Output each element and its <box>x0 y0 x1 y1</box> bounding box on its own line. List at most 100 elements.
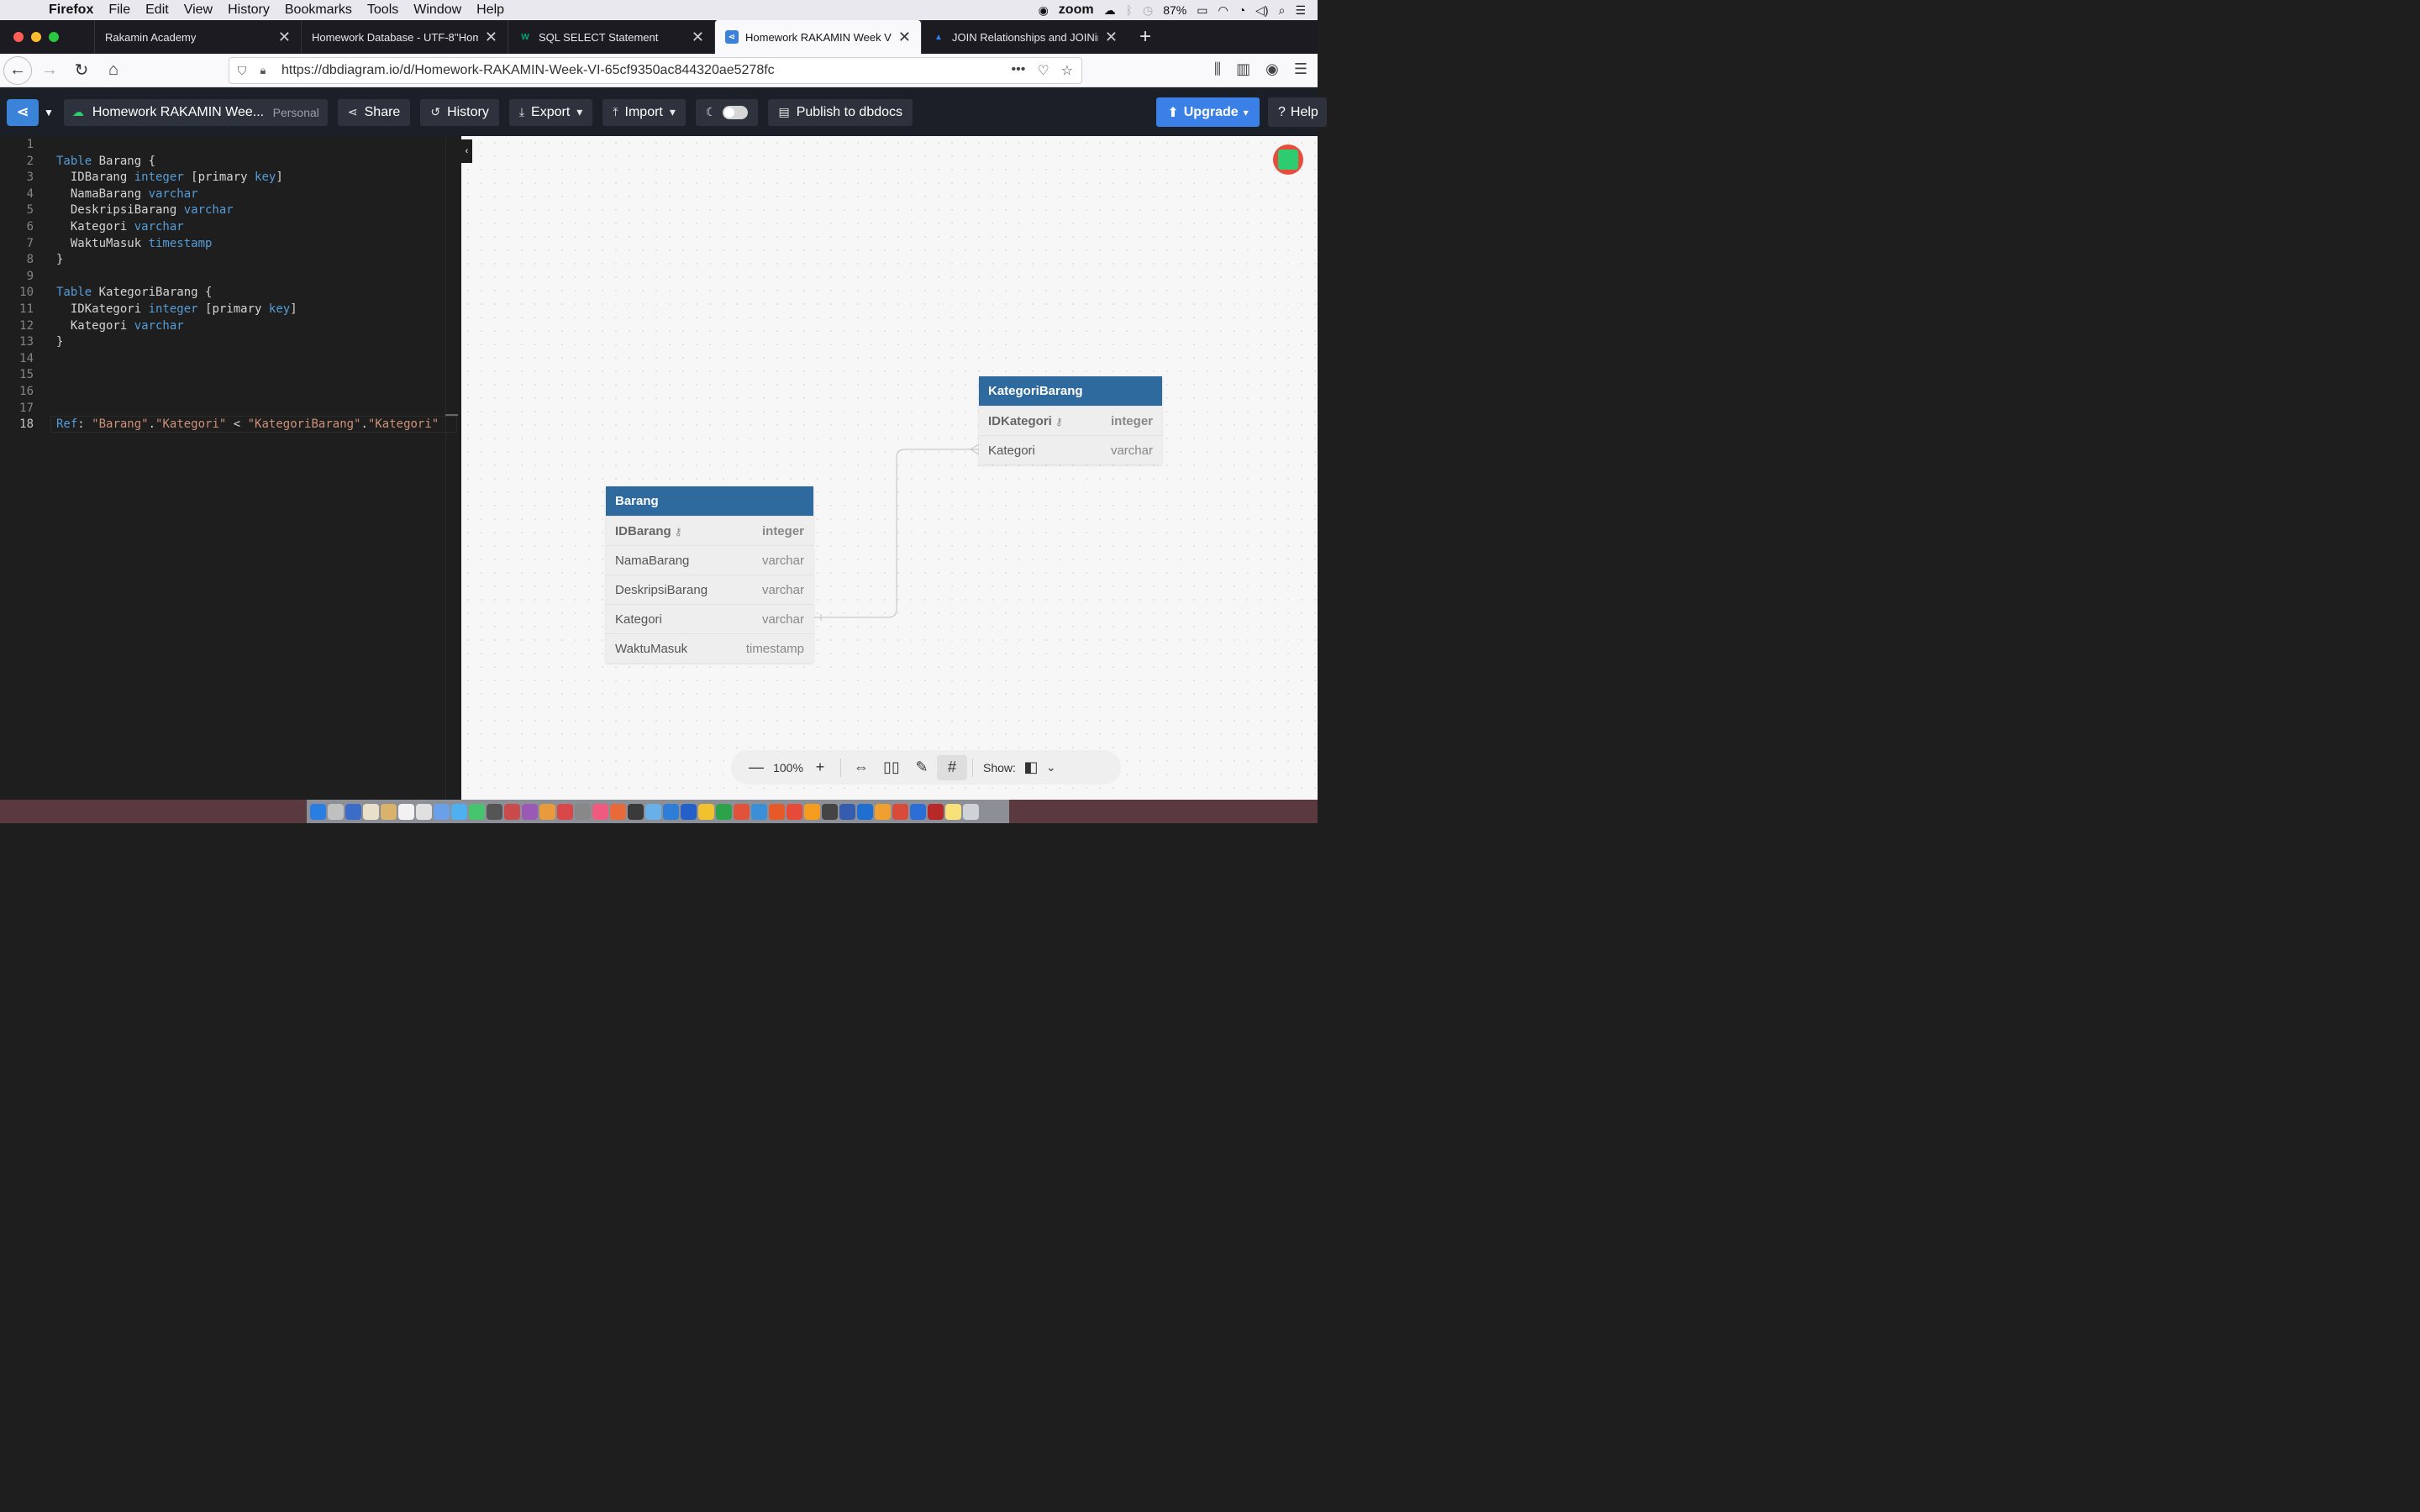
code-line[interactable]: 8} <box>0 251 460 268</box>
code-text[interactable]: DeskripsiBarang varchar <box>56 203 234 217</box>
code-line[interactable]: 12 Kategori varchar <box>0 318 460 334</box>
more-actions-icon[interactable]: ••• <box>1012 62 1026 79</box>
menu-help[interactable]: Help <box>469 3 512 18</box>
dock-app-icon[interactable] <box>875 803 891 820</box>
code-text[interactable]: IDBarang integer [primary key] <box>56 171 283 184</box>
table-view-icon[interactable]: ◧ <box>1016 755 1046 780</box>
dock-app-icon[interactable] <box>769 803 785 820</box>
code-text[interactable]: NamaBarang varchar <box>56 187 198 201</box>
field-row[interactable]: Kategori varchar <box>606 604 813 633</box>
dock-app-icon[interactable] <box>751 803 767 820</box>
code-text[interactable]: Ref: "Barang"."Kategori" < "KategoriBara… <box>56 417 439 431</box>
help-button[interactable]: ? Help <box>1268 97 1327 127</box>
field-row[interactable]: IDBarang ⚷ integer <box>606 516 813 545</box>
field-row[interactable]: IDKategori ⚷ integer <box>979 406 1162 435</box>
menu-file[interactable]: File <box>101 3 138 18</box>
publish-button[interactable]: ▤ Publish to dbdocs <box>768 98 913 126</box>
volume-icon[interactable]: ◁) <box>1255 3 1268 18</box>
library-icon[interactable]: ⫼ <box>1214 60 1221 78</box>
dock-app-icon[interactable] <box>363 803 379 820</box>
dock-app-icon[interactable] <box>628 803 644 820</box>
dock-app-icon[interactable] <box>610 803 626 820</box>
field-row[interactable]: DeskripsiBarang varchar <box>606 575 813 604</box>
table-header[interactable]: KategoriBarang <box>979 376 1162 406</box>
diagram-canvas[interactable]: ‹ Barang IDBarang ⚷ integer NamaBarang va… <box>461 136 1318 800</box>
field-row[interactable]: WaktuMasuk timestamp <box>606 633 813 663</box>
dock-app-icon[interactable] <box>928 803 944 820</box>
code-editor[interactable]: 1 2 Table Barang {3 IDBarang integer [prim… <box>0 136 460 800</box>
dock-app-icon[interactable] <box>945 803 961 820</box>
dock-app-icon[interactable] <box>892 803 908 820</box>
close-tab-icon[interactable]: ✕ <box>898 29 911 46</box>
code-line[interactable]: 5 DeskripsiBarang varchar <box>0 202 460 218</box>
close-tab-icon[interactable]: ✕ <box>692 29 704 46</box>
new-tab-button[interactable]: + <box>1128 25 1163 49</box>
chevron-down-icon[interactable]: ▼ <box>44 107 54 118</box>
lock-icon[interactable]: 🔒︎ <box>255 64 271 77</box>
dock-app-icon[interactable] <box>310 803 326 820</box>
sidebar-icon[interactable]: ▥ <box>1236 60 1250 78</box>
code-line[interactable]: 10 Table KategoriBarang { <box>0 284 460 301</box>
code-text[interactable]: Table Barang { <box>56 155 155 168</box>
url-text[interactable]: https://dbdiagram.io/d/Homework-RAKAMIN-… <box>271 63 1012 78</box>
dock-app-icon[interactable] <box>381 803 397 820</box>
code-line[interactable]: 16 <box>0 383 460 400</box>
dock-app-icon[interactable] <box>734 803 750 820</box>
dock-app-icon[interactable] <box>839 803 855 820</box>
menu-tools[interactable]: Tools <box>360 3 406 18</box>
import-button[interactable]: ⤒ Import ▾ <box>602 98 686 126</box>
dock-app-icon[interactable] <box>504 803 520 820</box>
fit-to-screen-icon[interactable]: ⇔ <box>846 755 876 780</box>
minimize-window-button[interactable] <box>31 32 41 42</box>
grid-snap-icon[interactable]: # <box>937 754 967 780</box>
tab-homework-database[interactable]: Homework Database - UTF-8''Home ✕ <box>301 20 508 54</box>
dock-app-icon[interactable] <box>345 803 361 820</box>
dock-app-icon[interactable] <box>487 803 502 820</box>
dock-app-icon[interactable] <box>522 803 538 820</box>
toggle-switch[interactable] <box>723 105 749 119</box>
zoom-status[interactable]: zoom <box>1059 3 1094 18</box>
tracking-shield-icon[interactable]: ⛉ <box>229 64 255 78</box>
dock-app-icon[interactable] <box>416 803 432 820</box>
spotlight-search-icon[interactable]: ⌕ <box>1279 3 1286 18</box>
code-line[interactable]: 17 <box>0 400 460 417</box>
project-name-box[interactable]: ☁ Homework RAKAMIN Wee... Personal <box>63 98 328 126</box>
dock-app-icon[interactable] <box>328 803 344 820</box>
code-line[interactable]: 18 Ref: "Barang"."Kategori" < "KategoriBa… <box>0 416 460 433</box>
menu-view[interactable]: View <box>176 3 220 18</box>
dbdiagram-logo-icon[interactable]: ⋖ <box>7 98 39 126</box>
history-button[interactable]: ↺ History <box>420 98 499 126</box>
code-line[interactable]: 13} <box>0 333 460 350</box>
app-menu-icon[interactable]: ☰ <box>1294 60 1307 78</box>
account-icon[interactable]: ◉ <box>1265 60 1279 78</box>
dock-app-icon[interactable] <box>469 803 485 820</box>
field-row[interactable]: NamaBarang varchar <box>606 545 813 575</box>
code-text[interactable]: IDKategori integer [primary key] <box>56 302 297 316</box>
code-line[interactable]: 1 <box>0 136 460 153</box>
code-line[interactable]: 9 <box>0 268 460 285</box>
auto-arrange-icon[interactable]: ▯▯ <box>876 755 907 780</box>
editor-scrollbar-track[interactable] <box>445 136 446 800</box>
dock-app-icon[interactable] <box>804 803 820 820</box>
code-line[interactable]: 2 Table Barang { <box>0 153 460 170</box>
table-kategoribarang[interactable]: KategoriBarang IDKategori ⚷ integer Kateg… <box>979 376 1162 465</box>
menu-window[interactable]: Window <box>406 3 469 18</box>
code-text[interactable]: Kategori varchar <box>56 220 184 234</box>
dock-app-icon[interactable] <box>698 803 714 820</box>
wifi-icon[interactable]: ◠ <box>1218 3 1228 18</box>
code-line[interactable]: 14 <box>0 350 460 367</box>
dock-app-icon[interactable] <box>681 803 697 820</box>
dark-mode-toggle[interactable]: ☾ <box>695 98 759 126</box>
forward-button[interactable]: → <box>35 56 64 85</box>
bookmark-star-icon[interactable]: ☆ <box>1061 62 1073 79</box>
relationship-line[interactable] <box>814 449 979 618</box>
code-text[interactable]: WaktuMasuk timestamp <box>56 237 213 250</box>
dock-app-icon[interactable] <box>592 803 608 820</box>
dock-app-icon[interactable] <box>557 803 573 820</box>
dock-app-icon[interactable] <box>663 803 679 820</box>
dock-app-icon[interactable] <box>857 803 873 820</box>
pocket-icon[interactable]: ♡ <box>1037 62 1049 79</box>
reload-button[interactable]: ↻ <box>67 56 96 85</box>
menu-bookmarks[interactable]: Bookmarks <box>277 3 360 18</box>
close-tab-icon[interactable]: ✕ <box>1105 29 1118 46</box>
